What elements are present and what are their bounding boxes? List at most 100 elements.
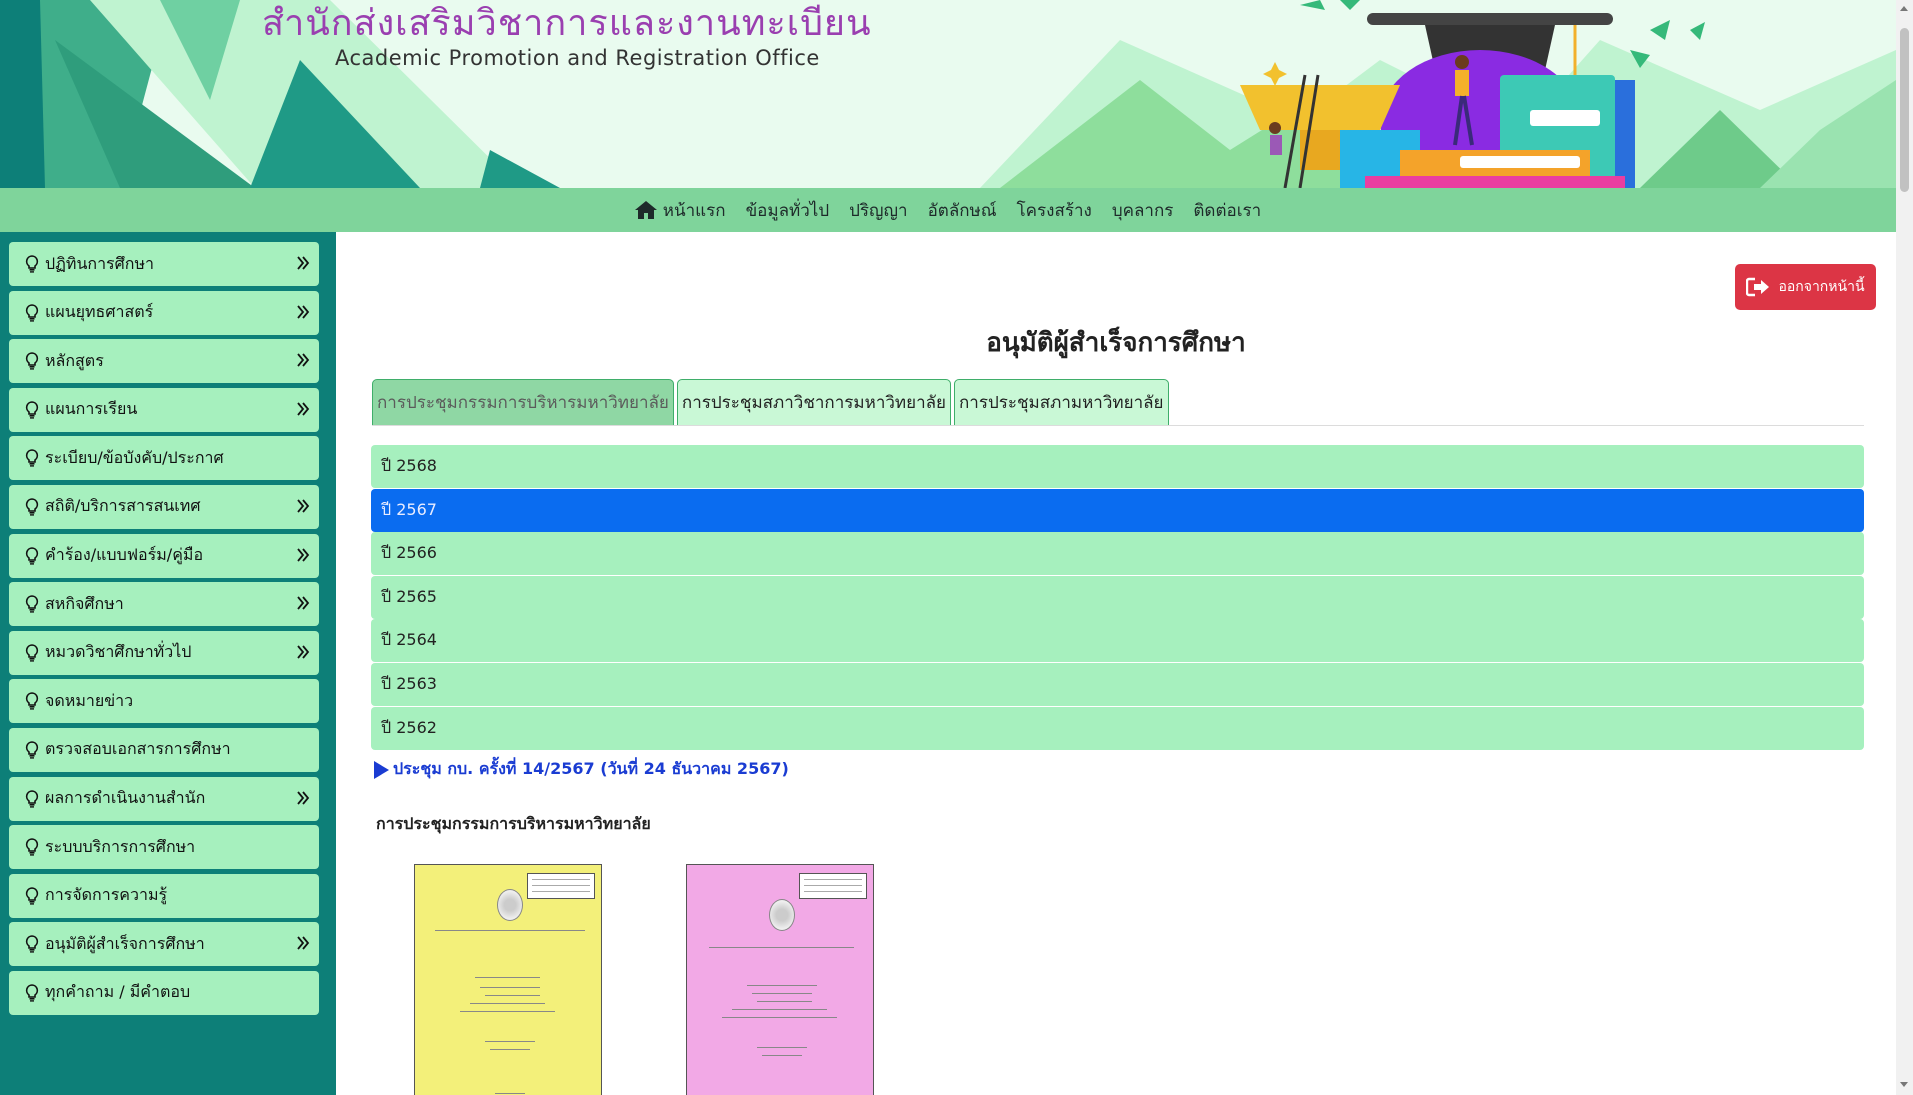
nav-personnel-label: บุคลากร xyxy=(1111,200,1174,221)
year-row-5[interactable]: ปี 2563 xyxy=(371,662,1864,706)
sidebar-item-11[interactable]: ผลการดำเนินงานสำนัก xyxy=(9,776,319,821)
sidebar-item-label: จดหมายข่าว xyxy=(45,690,134,710)
document-text-line xyxy=(470,1003,545,1004)
lightbulb-icon xyxy=(25,886,39,905)
double-chevron-right-icon xyxy=(297,645,310,659)
nav-general-info-label: ข้อมูลทั่วไป xyxy=(745,200,830,221)
sidebar-item-15[interactable]: ทุกคำถาม / มีคำตอบ xyxy=(9,970,319,1015)
nav-degree[interactable]: ปริญญา xyxy=(839,197,917,224)
lightbulb-icon xyxy=(25,303,39,322)
home-icon xyxy=(634,201,657,219)
sidebar-item-6[interactable]: คำร้อง/แบบฟอร์ม/คู่มือ xyxy=(9,533,319,578)
sidebar-item-12[interactable]: ระบบบริการการศึกษา xyxy=(9,825,319,870)
year-row-1[interactable]: ปี 2567 xyxy=(371,488,1864,532)
sidebar-item-7[interactable]: สหกิจศึกษา xyxy=(9,582,319,627)
year-label: ปี 2564 xyxy=(381,630,437,650)
document-text-line xyxy=(485,995,540,996)
lightbulb-icon xyxy=(25,741,39,759)
year-label: ปี 2568 xyxy=(381,456,437,475)
tab-university-council[interactable]: การประชุมสภามหาวิทยาลัย xyxy=(954,379,1169,425)
sign-out-icon xyxy=(1746,277,1770,297)
double-chevron-right-icon xyxy=(297,596,310,610)
scroll-up-arrow-icon[interactable] xyxy=(1900,6,1908,11)
double-chevron-right-icon xyxy=(297,790,310,805)
sidebar-item-label: แผนยุทธศาสตร์ xyxy=(45,302,154,322)
lightbulb-icon xyxy=(25,595,39,613)
site-title-english: Academic Promotion and Registration Offi… xyxy=(335,46,820,70)
sidebar-item-label: ตรวจสอบเอกสารการศึกษา xyxy=(45,739,231,759)
double-chevron-right-icon xyxy=(297,936,310,950)
sidebar-item-label: สหกิจศึกษา xyxy=(45,593,124,613)
sidebar-item-label: หลักสูตร xyxy=(45,350,104,370)
sidebar-item-5[interactable]: สถิติ/บริการสารสนเทศ xyxy=(9,484,319,529)
year-row-2[interactable]: ปี 2566 xyxy=(371,532,1864,576)
main-content: ออกจากหน้านี้ อนุมัติผู้สำเร็จการศึกษา ก… xyxy=(336,232,1896,1095)
tab-executive-committee[interactable]: การประชุมกรรมการบริหารมหาวิทยาลัย xyxy=(372,379,674,425)
meeting-link[interactable]: ประชุม กบ. ครั้งที่ 14/2567 (วันที่ 24 ธ… xyxy=(374,757,789,782)
double-chevron-right-icon xyxy=(297,305,310,319)
nav-home-label: หน้าแรก xyxy=(662,200,726,221)
document-text-line xyxy=(480,987,540,988)
lightbulb-icon xyxy=(25,400,39,419)
nav-contact[interactable]: ติดต่อเรา xyxy=(1183,197,1271,224)
sidebar-item-2[interactable]: หลักสูตร xyxy=(9,339,319,384)
meeting-link-label: ประชุม กบ. ครั้งที่ 14/2567 (วันที่ 24 ธ… xyxy=(393,759,789,778)
university-seal-icon xyxy=(769,899,795,931)
year-label: ปี 2562 xyxy=(381,717,437,737)
lightbulb-icon xyxy=(25,692,39,710)
year-label: ปี 2567 xyxy=(381,499,437,519)
sidebar-item-8[interactable]: หมวดวิชาศึกษาทั่วไป xyxy=(9,630,319,675)
site-title-thai: สำนักส่งเสริมวิชาการและงานทะเบียน xyxy=(262,3,872,44)
year-row-0[interactable]: ปี 2568 xyxy=(371,445,1864,488)
sidebar-item-9[interactable]: จดหมายข่าว xyxy=(9,679,319,724)
document-text-line xyxy=(747,985,817,986)
sidebar-item-label: ปฏิทินการศึกษา xyxy=(45,253,155,273)
sidebar-item-label: คำร้อง/แบบฟอร์ม/คู่มือ xyxy=(45,545,204,565)
sidebar-item-label: หมวดวิชาศึกษาทั่วไป xyxy=(45,642,192,662)
nav-identity[interactable]: อัตลักษณ์ xyxy=(918,197,1007,224)
tab-label: การประชุมสภาวิชาการมหาวิทยาลัย xyxy=(681,393,946,413)
double-chevron-right-icon xyxy=(297,402,310,416)
document-text-line xyxy=(722,1017,837,1018)
nav-structure[interactable]: โครงสร้าง xyxy=(1007,197,1102,224)
page-title: อนุมัติผู้สำเร็จการศึกษา xyxy=(986,328,1246,358)
year-row-3[interactable]: ปี 2565 xyxy=(371,575,1864,619)
document-text-line xyxy=(732,1009,827,1010)
sidebar-item-label: ระเบียบ/ข้อบังคับ/ประกาศ xyxy=(45,447,224,467)
sidebar-item-label: สถิติ/บริการสารสนเทศ xyxy=(45,496,201,516)
nav-home[interactable]: หน้าแรก xyxy=(625,197,736,224)
nav-general-info[interactable]: ข้อมูลทั่วไป xyxy=(736,197,840,224)
lightbulb-icon xyxy=(25,352,39,370)
lightbulb-icon xyxy=(25,255,39,273)
lightbulb-icon xyxy=(25,838,39,856)
sidebar-item-1[interactable]: แผนยุทธศาสตร์ xyxy=(9,290,319,335)
tab-divider xyxy=(372,425,1864,426)
sidebar-item-14[interactable]: อนุมัติผู้สำเร็จการศึกษา xyxy=(9,922,319,967)
sidebar-item-3[interactable]: แผนการเรียน xyxy=(9,387,319,432)
sidebar-item-label: ระบบบริการการศึกษา xyxy=(45,836,196,856)
sidebar-item-label: ทุกคำถาม / มีคำตอบ xyxy=(45,982,191,1002)
scroll-thumb[interactable] xyxy=(1900,28,1909,192)
year-row-6[interactable]: ปี 2562 xyxy=(371,706,1864,750)
lightbulb-icon xyxy=(25,984,39,1002)
document-text-line xyxy=(475,977,540,978)
year-row-4[interactable]: ปี 2564 xyxy=(371,619,1864,663)
document-cover-yellow[interactable] xyxy=(414,864,602,1095)
sidebar-item-label: แผนการเรียน xyxy=(45,399,138,419)
sidebar-item-13[interactable]: การจัดการความรู้ xyxy=(9,873,319,918)
sidebar-item-4[interactable]: ระเบียบ/ข้อบังคับ/ประกาศ xyxy=(9,436,319,481)
document-stamp xyxy=(527,873,595,899)
year-label: ปี 2566 xyxy=(381,543,437,563)
logout-button[interactable]: ออกจากหน้านี้ xyxy=(1735,264,1876,310)
nav-contact-label: ติดต่อเรา xyxy=(1193,200,1262,221)
sidebar-item-0[interactable]: ปฏิทินการศึกษา xyxy=(9,242,319,286)
scroll-down-arrow-icon[interactable] xyxy=(1900,1082,1908,1087)
top-navigation: หน้าแรก ข้อมูลทั่วไป ปริญญา อัตลักษณ์ โค… xyxy=(0,188,1896,232)
sidebar-item-10[interactable]: ตรวจสอบเอกสารการศึกษา xyxy=(9,727,319,772)
page-scrollbar[interactable] xyxy=(1896,0,1913,1095)
nav-personnel[interactable]: บุคลากร xyxy=(1102,197,1184,224)
document-cover-pink[interactable] xyxy=(686,864,874,1095)
document-text-line xyxy=(709,947,854,948)
tab-academic-council[interactable]: การประชุมสภาวิชาการมหาวิทยาลัย xyxy=(676,379,951,425)
document-text-line xyxy=(762,1055,802,1056)
